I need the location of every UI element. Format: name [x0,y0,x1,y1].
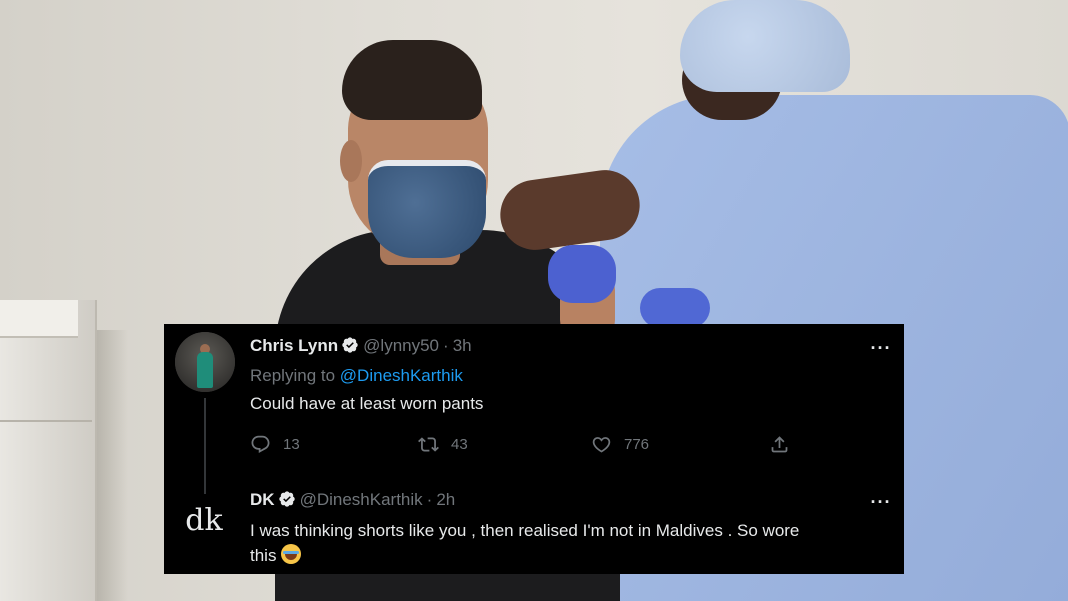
tweet2-text-line2: this [250,544,302,567]
share-icon [771,435,788,452]
face-mask [368,160,486,258]
more-options-icon[interactable]: ··· [869,339,893,362]
more-options-icon[interactable]: ··· [869,493,893,516]
share-button[interactable] [769,432,802,456]
heart-icon [592,436,611,453]
thread-connector-line [204,398,206,494]
tweet2-handle[interactable]: @DineshKarthik [300,490,423,509]
tweet-thread-card: Chris Lynn @lynny50 · 3h ··· Replying to @D… [164,324,904,574]
glove [640,288,710,328]
tweet2-author-name[interactable]: DK [250,490,275,509]
tweet1-author-name[interactable]: Chris Lynn [250,336,338,355]
face-with-tears-of-joy-emoji [281,544,302,564]
tweet2-timestamp[interactable]: 2h [436,490,455,509]
nurse-cap [680,0,850,92]
avatar-chris-lynn[interactable] [175,332,235,392]
replying-to-label: Replying to [250,366,336,385]
dot-separator: · [443,336,449,355]
reply-button[interactable]: 13 [250,432,300,456]
replying-to-line: Replying to @DineshKarthik [250,365,463,387]
verified-badge-icon [278,491,295,507]
tweet1-handle[interactable]: @lynny50 [363,336,439,355]
tweet2-header: DK @DineshKarthik · 2h [250,489,455,511]
glove [548,245,616,303]
reply-icon [251,435,270,453]
avatar-figure [197,352,213,388]
retweet-count: 43 [451,435,468,453]
retweet-button[interactable]: 43 [418,432,468,456]
tweet1-text: Could have at least worn pants [250,394,484,413]
like-count: 776 [624,435,650,453]
replying-to-mention-link[interactable]: @DineshKarthik [340,366,463,385]
verified-badge-icon [342,337,358,353]
like-button[interactable]: 776 [591,432,649,456]
retweet-icon [418,436,439,452]
cabinet [0,300,97,601]
tweet1-timestamp[interactable]: 3h [453,336,472,355]
man-ear [340,140,362,182]
avatar-dinesh-karthik[interactable]: dk [176,497,232,545]
tweet1-header: Chris Lynn @lynny50 · 3h [250,335,472,357]
reply-count: 13 [283,435,300,453]
tweet2-text-word: this [250,546,277,565]
cabinet-top [0,300,78,338]
cabinet-drawer-line [0,420,92,422]
man-hair [342,40,482,120]
dot-separator: · [426,490,433,509]
tweet2-text-line1: I was thinking shorts like you , then re… [250,521,800,540]
